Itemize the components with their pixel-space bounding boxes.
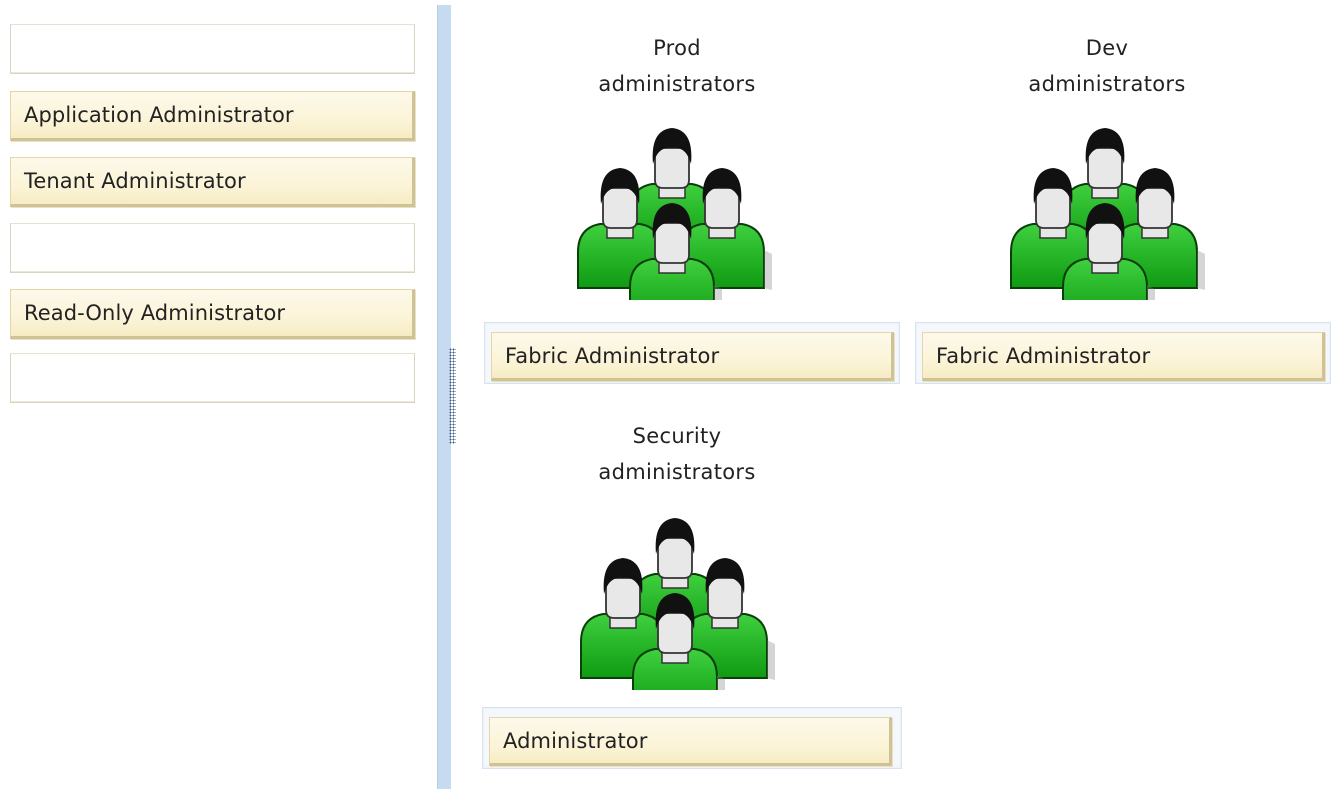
role-chip-read-only-administrator[interactable]: Read-Only Administrator <box>10 289 415 339</box>
group-title-dev: Dev administrators <box>987 30 1227 102</box>
empty-role-slot[interactable] <box>10 353 415 403</box>
group-title-line1: Security <box>632 424 722 448</box>
group-title-line2: administrators <box>598 72 756 96</box>
group-title-line2: administrators <box>1028 72 1186 96</box>
assigned-role-chip-prod[interactable]: Fabric Administrator <box>491 332 894 381</box>
drop-zone-dev[interactable]: Fabric Administrator <box>915 322 1331 384</box>
user-group-icon <box>575 490 775 690</box>
assigned-role-chip-dev[interactable]: Fabric Administrator <box>922 332 1325 381</box>
role-chip-application-administrator[interactable]: Application Administrator <box>10 91 415 141</box>
drop-zone-prod[interactable]: Fabric Administrator <box>484 322 900 384</box>
role-source-list: Application Administrator Tenant Adminis… <box>0 0 435 789</box>
drop-zone-security[interactable]: Administrator <box>482 707 902 769</box>
group-title-line2: administrators <box>598 460 756 484</box>
group-title-line1: Prod <box>653 36 701 60</box>
group-title-line1: Dev <box>1085 36 1129 60</box>
empty-role-slot[interactable] <box>10 223 415 273</box>
group-title-prod: Prod administrators <box>557 30 797 102</box>
assigned-role-chip-security[interactable]: Administrator <box>489 717 892 766</box>
role-chip-tenant-administrator[interactable]: Tenant Administrator <box>10 157 415 207</box>
group-title-security: Security administrators <box>557 418 797 490</box>
user-group-icon <box>1005 100 1205 300</box>
empty-role-slot[interactable] <box>10 24 415 74</box>
splitter-grip-handle[interactable] <box>449 348 456 444</box>
user-group-icon <box>572 100 772 300</box>
